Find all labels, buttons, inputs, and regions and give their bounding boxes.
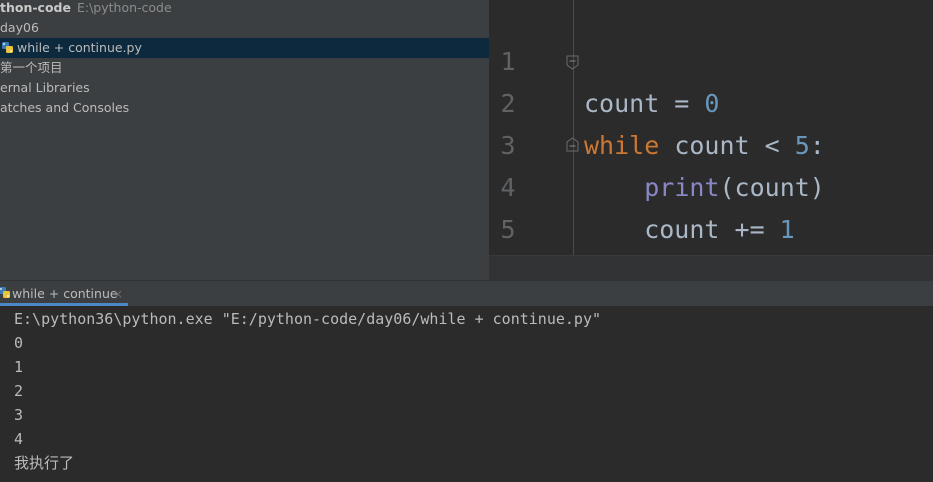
- run-tab[interactable]: while + continue ×: [0, 281, 128, 306]
- tree-item-label: atches and Consoles: [0, 100, 130, 115]
- tree-item-scratches-consoles[interactable]: atches and Consoles: [0, 98, 489, 118]
- project-root-row[interactable]: thon-code E:\python-code: [0, 0, 489, 18]
- fold-end-icon[interactable]: [565, 137, 580, 152]
- run-tab-label: while + continue: [12, 286, 118, 301]
- console-output-line: 我执行了: [14, 454, 75, 472]
- code-line-2[interactable]: 2 while count < 5:: [489, 41, 933, 160]
- console-output-line: 4: [14, 430, 24, 448]
- tree-item-label: ernal Libraries: [0, 80, 90, 95]
- close-icon[interactable]: ×: [113, 281, 123, 307]
- code-line-4[interactable]: 4 count += 1: [489, 125, 933, 244]
- code-line-6[interactable]: 6 print('我执行了'): [489, 209, 933, 251]
- code-line-5[interactable]: 5 else:: [489, 167, 933, 244]
- console-output-line: 2: [14, 382, 24, 400]
- editor-horizontal-scroll-area[interactable]: [489, 256, 933, 280]
- tree-item-first-project[interactable]: 第一个项目: [0, 58, 489, 78]
- tree-item-day06[interactable]: day06: [0, 18, 489, 38]
- tree-item-label: day06: [0, 20, 39, 35]
- console-command-line: E:\python36\python.exe "E:/python-code/d…: [14, 310, 601, 328]
- tree-item-label: 第一个项目: [0, 60, 63, 75]
- fold-collapse-icon[interactable]: [565, 55, 580, 70]
- project-root-name: thon-code: [0, 0, 71, 15]
- code-line-3[interactable]: 3 print(count): [489, 83, 933, 202]
- tree-item-label: while + continue.py: [17, 40, 142, 55]
- console-output-line: 0: [14, 334, 24, 352]
- code-line-1[interactable]: 1 count = 0: [489, 0, 933, 118]
- run-tool-window-header: while + continue ×: [0, 280, 933, 306]
- python-run-icon: [0, 287, 10, 298]
- code-editor[interactable]: 1 count = 0 2 while count < 5: 3 print(c…: [489, 0, 933, 256]
- python-file-icon: [2, 42, 13, 53]
- project-root-path: E:\python-code: [76, 0, 172, 15]
- tree-item-external-libraries[interactable]: ernal Libraries: [0, 78, 489, 98]
- console-output-line: 3: [14, 406, 24, 424]
- console-output[interactable]: E:\python36\python.exe "E:/python-code/d…: [0, 306, 933, 482]
- console-output-line: 1: [14, 358, 24, 376]
- project-panel: thon-code E:\python-code day06 while + co…: [0, 0, 489, 280]
- tree-item-while-continue-py[interactable]: while + continue.py: [0, 38, 489, 58]
